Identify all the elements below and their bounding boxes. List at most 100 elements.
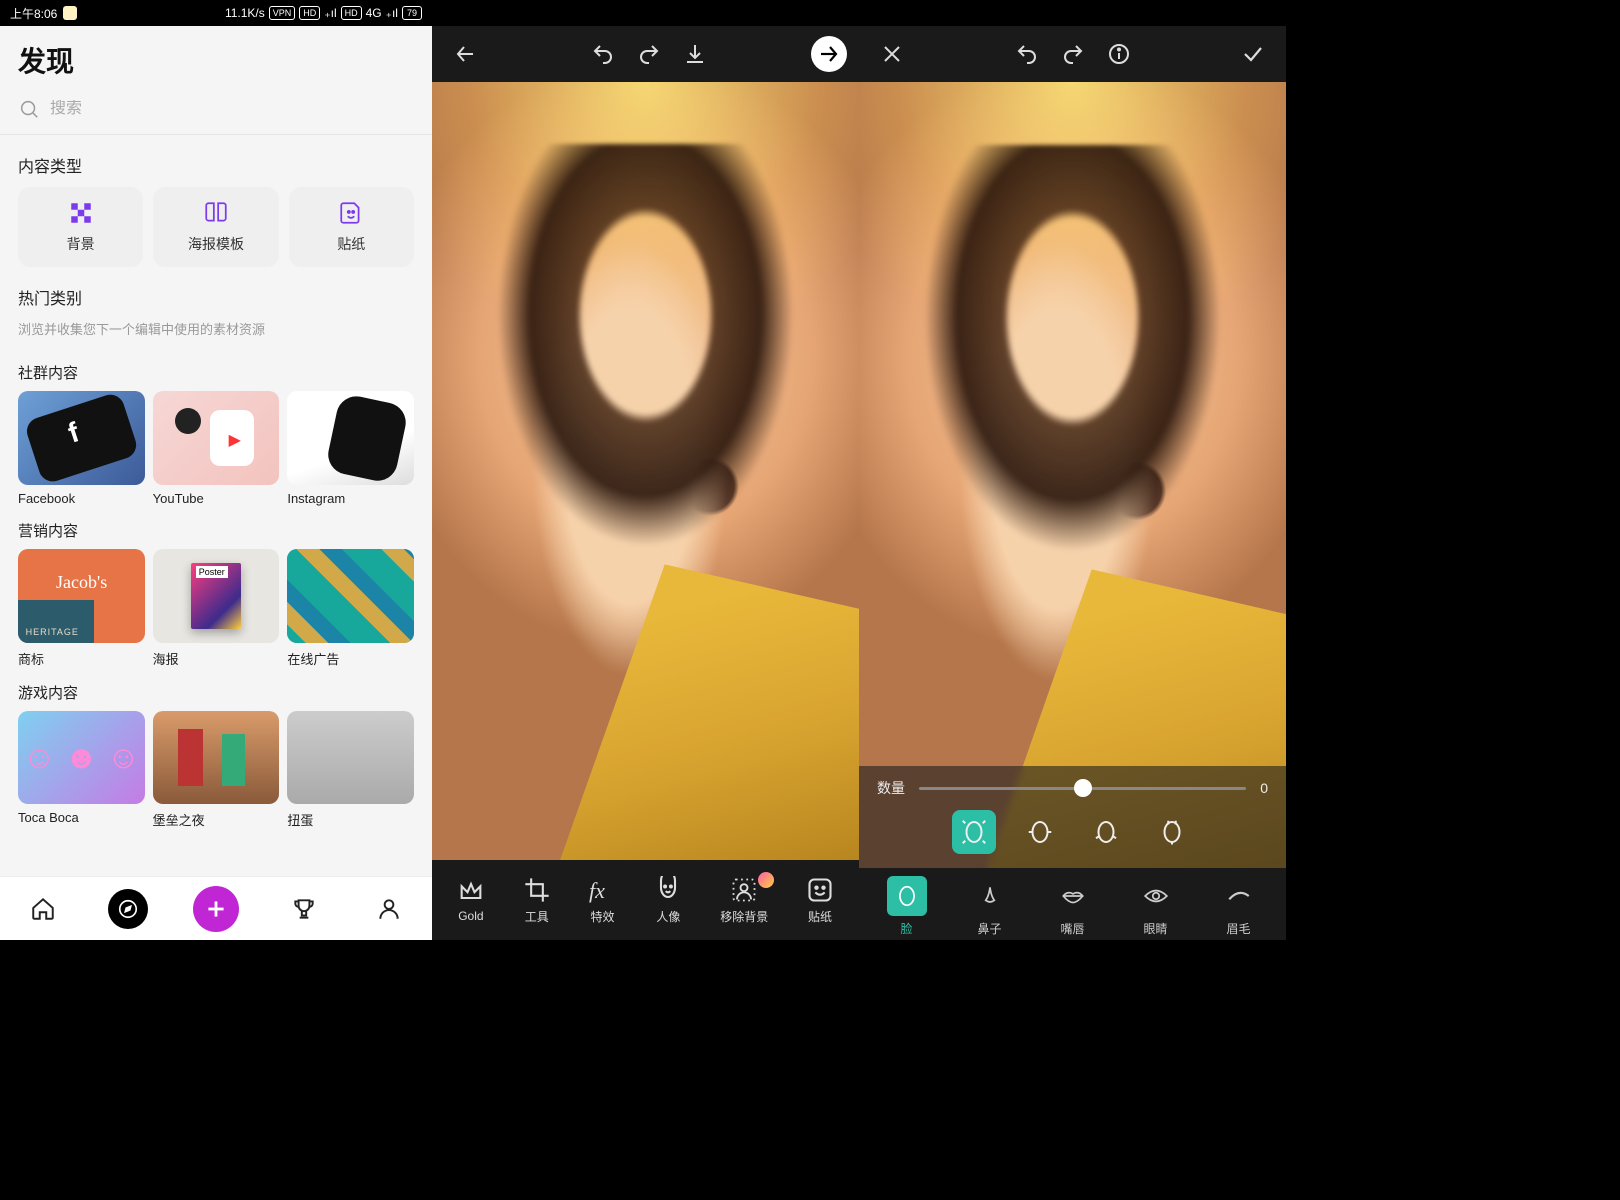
popular-subheading: 浏览并收集您下一个编辑中使用的素材资源 bbox=[0, 319, 432, 348]
face-tool-face[interactable]: 脸 bbox=[879, 876, 935, 937]
undo-icon bbox=[591, 42, 615, 66]
redo-icon bbox=[1061, 42, 1085, 66]
thumb-fortnite bbox=[153, 711, 280, 805]
home-icon bbox=[30, 896, 56, 922]
nose-icon bbox=[977, 883, 1003, 909]
chip-sticker[interactable]: 贴纸 bbox=[289, 187, 414, 267]
card-facebook[interactable]: Facebook bbox=[18, 391, 145, 506]
card-label: 商标 bbox=[18, 643, 145, 668]
undo-button[interactable] bbox=[582, 33, 624, 75]
download-button[interactable] bbox=[674, 33, 716, 75]
face-edit-canvas-wrap: 数量 0 bbox=[859, 82, 1286, 868]
face-tool-brows[interactable]: 眉毛 bbox=[1211, 876, 1267, 937]
card-label: 海报 bbox=[153, 643, 280, 668]
info-button[interactable] bbox=[1098, 33, 1140, 75]
face-jaw-icon bbox=[1091, 817, 1121, 847]
face-tool-eyes[interactable]: 眼睛 bbox=[1128, 876, 1184, 937]
svg-text:fx: fx bbox=[589, 878, 605, 903]
marketing-heading: 营销内容 bbox=[0, 506, 432, 549]
editor-panel: Gold 工具 fx 特效 人像 移除背景 贴纸 bbox=[432, 0, 859, 940]
tool-sticker[interactable]: 贴纸 bbox=[806, 876, 834, 925]
face-width-icon bbox=[1025, 817, 1055, 847]
redo-button[interactable] bbox=[628, 33, 670, 75]
face-tool-label: 眉毛 bbox=[1226, 920, 1250, 937]
status-vpn: VPN bbox=[269, 6, 296, 20]
status-net: 4G bbox=[366, 6, 382, 20]
compass-icon bbox=[117, 898, 139, 920]
face-chin-icon bbox=[1157, 817, 1187, 847]
nav-profile[interactable] bbox=[369, 889, 409, 929]
search-bar[interactable] bbox=[0, 90, 432, 135]
nav-discover[interactable] bbox=[108, 889, 148, 929]
editor-tool-tray: Gold 工具 fx 特效 人像 移除背景 贴纸 bbox=[432, 860, 859, 940]
tool-fx[interactable]: fx 特效 bbox=[589, 876, 617, 925]
redo-button[interactable] bbox=[1052, 33, 1094, 75]
chip-label: 海报模板 bbox=[188, 234, 244, 254]
person-icon bbox=[376, 896, 402, 922]
discover-panel: 上午8:06 11.1K/s VPN HD ₊ıl HD 4G ₊ıl 79 发… bbox=[0, 0, 432, 940]
card-twist-egg[interactable]: 扭蛋 bbox=[287, 711, 414, 830]
lips-icon bbox=[1060, 883, 1086, 909]
undo-icon bbox=[1015, 42, 1039, 66]
nav-home[interactable] bbox=[23, 889, 63, 929]
back-button[interactable] bbox=[444, 33, 486, 75]
reshape-face-jaw[interactable] bbox=[1084, 810, 1128, 854]
reshape-face-overall[interactable] bbox=[952, 810, 996, 854]
card-poster[interactable]: 海报 bbox=[153, 549, 280, 668]
status-time: 上午8:06 bbox=[10, 5, 57, 22]
tool-tools[interactable]: 工具 bbox=[523, 876, 551, 925]
face-tool-nose[interactable]: 鼻子 bbox=[962, 876, 1018, 937]
slider-thumb[interactable] bbox=[1074, 779, 1092, 797]
card-youtube[interactable]: YouTube bbox=[153, 391, 280, 506]
arrow-left-icon bbox=[453, 42, 477, 66]
status-hd-2: HD bbox=[341, 6, 362, 20]
card-logo[interactable]: 商标 bbox=[18, 549, 145, 668]
tool-portrait[interactable]: 人像 bbox=[654, 876, 682, 925]
editor-toolbar bbox=[432, 26, 859, 82]
card-label: 堡垒之夜 bbox=[153, 804, 280, 829]
chip-background[interactable]: 背景 bbox=[18, 187, 143, 267]
face-edit-canvas[interactable] bbox=[859, 82, 1286, 868]
close-button[interactable] bbox=[871, 33, 913, 75]
slider-value: 0 bbox=[1260, 780, 1268, 796]
card-instagram[interactable]: Instagram bbox=[287, 391, 414, 506]
thumb-toca bbox=[18, 711, 145, 805]
content-types-heading: 内容类型 bbox=[0, 135, 432, 187]
tool-label: 人像 bbox=[656, 908, 680, 925]
status-hd: HD bbox=[299, 6, 320, 20]
card-fortnite[interactable]: 堡垒之夜 bbox=[153, 711, 280, 830]
card-label: 扭蛋 bbox=[287, 804, 414, 829]
amount-slider[interactable] bbox=[919, 787, 1246, 790]
tool-remove-bg[interactable]: 移除背景 bbox=[720, 876, 768, 925]
face-edit-panel: 数量 0 bbox=[859, 0, 1286, 940]
editor-canvas[interactable] bbox=[432, 82, 859, 860]
card-label: Facebook bbox=[18, 485, 145, 506]
reshape-face-chin[interactable] bbox=[1150, 810, 1194, 854]
card-toca-boca[interactable]: Toca Boca bbox=[18, 711, 145, 830]
tool-gold[interactable]: Gold bbox=[457, 877, 485, 923]
nav-create[interactable] bbox=[193, 886, 239, 932]
search-input[interactable] bbox=[50, 100, 414, 118]
tool-label: 工具 bbox=[525, 908, 549, 925]
crop-icon bbox=[523, 876, 551, 904]
face-tool-label: 嘴唇 bbox=[1060, 920, 1084, 937]
info-icon bbox=[1107, 42, 1131, 66]
face-tool-lips[interactable]: 嘴唇 bbox=[1045, 876, 1101, 937]
next-button[interactable] bbox=[811, 36, 847, 72]
card-label: Toca Boca bbox=[18, 804, 145, 825]
face-tool-label: 脸 bbox=[900, 920, 912, 937]
chip-poster-template[interactable]: 海报模板 bbox=[153, 187, 278, 267]
bottom-nav bbox=[0, 876, 432, 940]
apply-button[interactable] bbox=[1232, 33, 1274, 75]
tool-label: 贴纸 bbox=[808, 908, 832, 925]
thumb-facebook bbox=[18, 391, 145, 485]
face-edit-overlay: 数量 0 bbox=[859, 766, 1286, 868]
reshape-face-width[interactable] bbox=[1018, 810, 1062, 854]
card-online-ads[interactable]: 在线广告 bbox=[287, 549, 414, 668]
nav-challenges[interactable] bbox=[284, 889, 324, 929]
undo-button[interactable] bbox=[1006, 33, 1048, 75]
chip-label: 贴纸 bbox=[337, 234, 365, 254]
face-tool-label: 鼻子 bbox=[977, 920, 1001, 937]
face-overall-icon bbox=[959, 817, 989, 847]
reshape-mode-row bbox=[877, 810, 1268, 854]
